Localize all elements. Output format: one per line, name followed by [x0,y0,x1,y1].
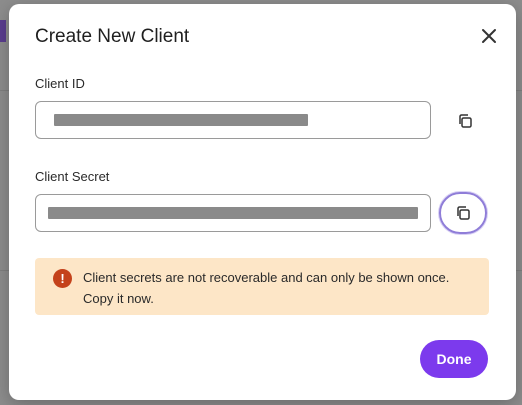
close-icon [482,29,496,43]
exclamation-icon: ! [53,269,72,288]
copy-icon [459,114,472,128]
dialog-title: Create New Client [35,26,190,47]
create-client-dialog: Create New Client Client ID Client Secre… [9,4,516,400]
copy-client-secret-button[interactable] [439,192,487,234]
client-secret-label: Client Secret [35,169,110,184]
client-id-masked-value [54,114,308,126]
background-accent [0,20,6,42]
copy-icon [457,206,470,220]
client-id-field[interactable] [35,101,431,139]
warning-text: Client secrets are not recoverable and c… [83,270,450,306]
warning-banner: ! Client secrets are not recoverable and… [35,258,489,315]
client-secret-masked-value [48,207,418,219]
done-button[interactable]: Done [420,340,488,378]
close-button[interactable] [477,24,501,48]
copy-client-id-button[interactable] [448,104,482,138]
client-secret-field[interactable] [35,194,431,232]
client-id-label: Client ID [35,76,85,91]
